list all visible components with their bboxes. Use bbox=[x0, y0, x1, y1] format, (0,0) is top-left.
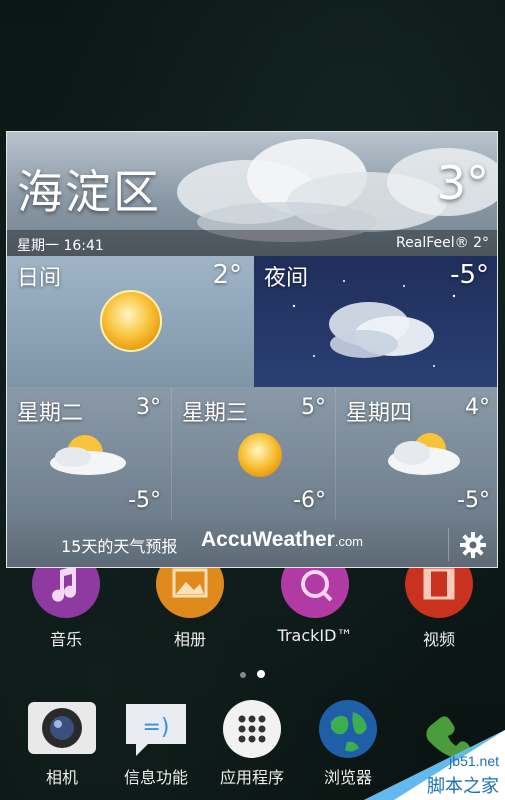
page-dot-active bbox=[257, 670, 265, 678]
app-camera[interactable]: 相机 bbox=[12, 696, 112, 796]
today-daytime[interactable]: 日间 2° bbox=[7, 256, 254, 387]
forecast-low: -6° bbox=[293, 488, 326, 513]
forecast-high: 5° bbox=[301, 395, 326, 420]
forecast-day-name: 星期四 bbox=[346, 401, 413, 426]
app-label: 相机 bbox=[45, 768, 78, 787]
night-cloudy-icon bbox=[292, 280, 456, 367]
sunny-icon bbox=[238, 433, 282, 477]
widget-footer: 15天的天气预报 AccuWeather.com bbox=[7, 520, 497, 567]
app-label: 音乐 bbox=[49, 630, 82, 649]
messaging-icon: =) bbox=[126, 704, 186, 756]
divider bbox=[448, 528, 449, 561]
sun-icon bbox=[100, 290, 162, 352]
extended-forecast-link[interactable]: 15天的天气预报 bbox=[61, 533, 177, 557]
realfeel-temperature: RealFeel® 2° bbox=[396, 235, 489, 251]
forecast-row: 星期二 3° -5° 星期三 5° -6° 星期四 4° -5° bbox=[7, 387, 497, 520]
daytime-label: 日间 bbox=[17, 266, 62, 291]
app-label: 应用程序 bbox=[219, 768, 284, 787]
partly-sunny-icon bbox=[388, 433, 460, 475]
tonight[interactable]: 夜间 -5° bbox=[254, 256, 497, 387]
watermark-site: jb51.net bbox=[449, 753, 499, 769]
current-weather[interactable]: 海淀区 3° 星期一 16:41 RealFeel® 2° bbox=[7, 132, 497, 256]
forecast-day-name: 星期三 bbox=[182, 401, 249, 426]
app-label: 视频 bbox=[422, 630, 455, 649]
forecast-day-name: 星期二 bbox=[17, 401, 84, 426]
weather-widget[interactable]: 海淀区 3° 星期一 16:41 RealFeel® 2° 日间 2° 夜间 -… bbox=[6, 131, 498, 568]
daytime-temperature: 2° bbox=[212, 260, 242, 290]
current-temperature: 3° bbox=[436, 156, 489, 210]
forecast-high: 4° bbox=[465, 395, 490, 420]
forecast-low: -5° bbox=[457, 488, 490, 513]
forecast-high: 3° bbox=[136, 395, 161, 420]
app-label: 相册 bbox=[173, 630, 206, 649]
city-name: 海淀区 bbox=[17, 165, 161, 219]
watermark-text: 脚本之家 bbox=[427, 776, 499, 797]
app-label: TrackID™ bbox=[277, 626, 353, 645]
app-label: 信息功能 bbox=[123, 768, 188, 787]
partly-sunny-icon bbox=[50, 435, 126, 475]
forecast-day[interactable]: 星期二 3° -5° bbox=[7, 387, 171, 520]
gear-icon[interactable] bbox=[459, 531, 487, 559]
forecast-day[interactable]: 星期三 5° -6° bbox=[171, 387, 336, 520]
apps-grid-icon bbox=[223, 700, 281, 758]
app-drawer[interactable]: 应用程序 bbox=[202, 696, 302, 796]
accuweather-logo[interactable]: AccuWeather.com bbox=[201, 528, 363, 552]
app-messaging[interactable]: =) 信息功能 bbox=[106, 696, 206, 796]
date-time: 星期一 16:41 bbox=[17, 238, 104, 254]
forecast-low: -5° bbox=[128, 488, 161, 513]
svg-text:=): =) bbox=[142, 715, 169, 740]
page-indicator bbox=[0, 670, 505, 681]
forecast-day[interactable]: 星期四 4° -5° bbox=[335, 387, 497, 520]
camera-icon bbox=[28, 702, 96, 754]
page-dot bbox=[240, 672, 246, 678]
